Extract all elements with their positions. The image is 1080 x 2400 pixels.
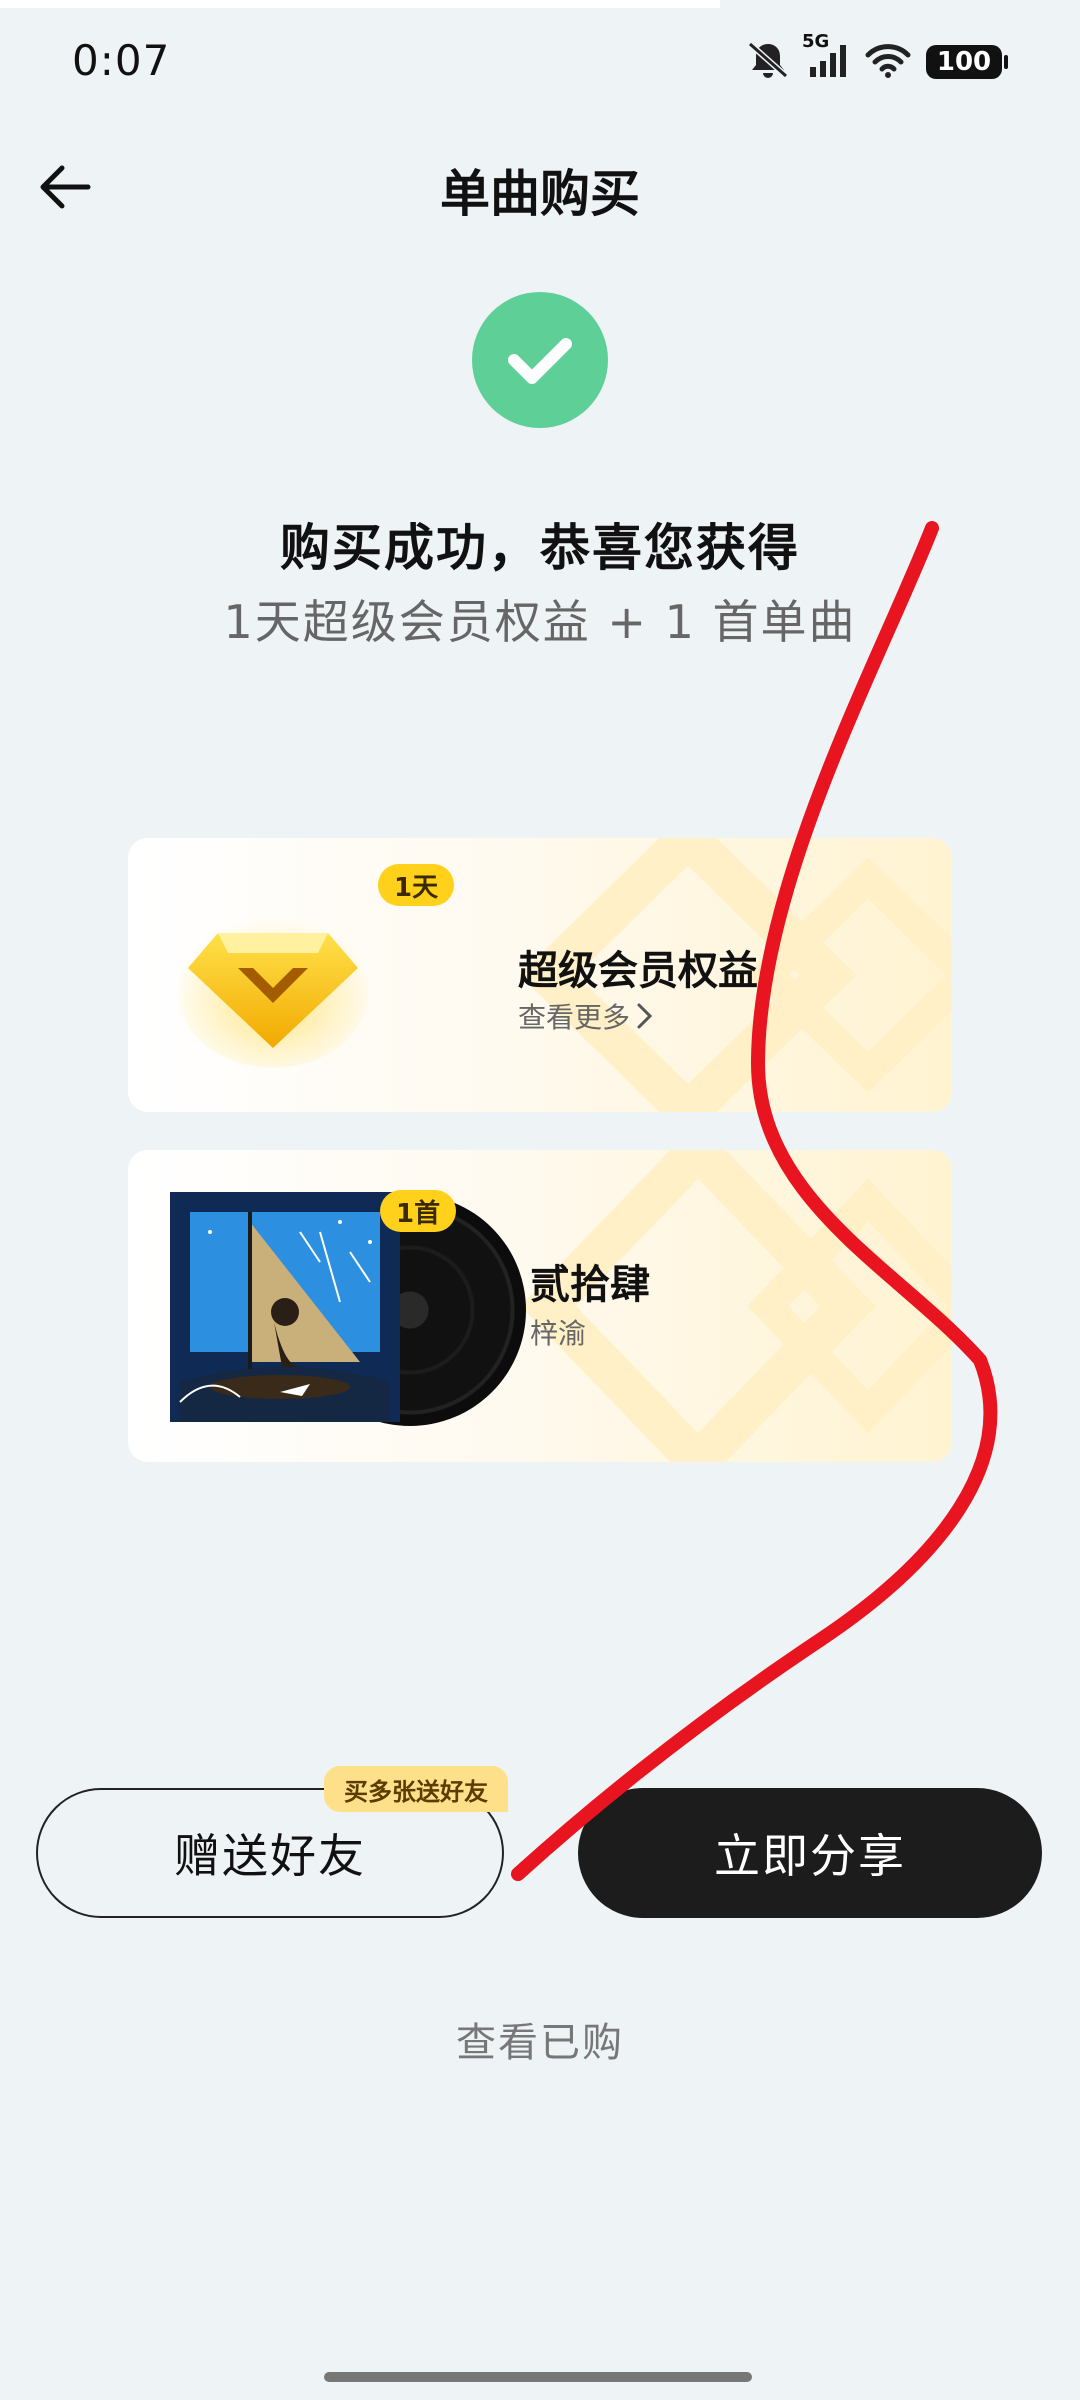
mute-bell-icon bbox=[746, 40, 790, 84]
vip-title: 超级会员权益 bbox=[518, 948, 758, 994]
home-indicator[interactable] bbox=[324, 2372, 752, 2382]
success-subtitle: 1天超级会员权益 + 1 首单曲 bbox=[223, 595, 857, 649]
gift-friend-label: 赠送好友 bbox=[174, 1829, 366, 1883]
status-top-line bbox=[0, 0, 720, 8]
success-title: 购买成功，恭喜您获得 bbox=[280, 519, 800, 577]
wifi-icon bbox=[864, 41, 912, 83]
status-icons: 5G 100 bbox=[746, 31, 1008, 84]
purchase-success-screen: 0:07 5G 100 单曲购买 购买成功，恭喜您获得 1天超级会员权益 + 1… bbox=[0, 0, 1080, 2400]
share-now-button[interactable]: 立即分享 bbox=[578, 1788, 1042, 1918]
album-cover bbox=[170, 1192, 400, 1422]
view-more-label: 查看更多 bbox=[518, 1001, 631, 1034]
song-artist: 梓渝 bbox=[530, 1312, 586, 1352]
view-purchased-link[interactable]: 查看已购 bbox=[0, 2010, 1080, 2068]
signal-icon: 5G bbox=[802, 31, 850, 83]
diamond-icon bbox=[178, 898, 368, 1068]
chevron-right-icon bbox=[637, 1003, 653, 1029]
gift-promo-tag: 买多张送好友 bbox=[324, 1766, 508, 1812]
vip-benefit-card[interactable]: 1天 超级会员权益 查看更多 bbox=[128, 838, 952, 1112]
song-card[interactable]: 1首 贰拾肆 梓渝 bbox=[128, 1150, 952, 1462]
song-title: 贰拾肆 bbox=[530, 1262, 650, 1308]
battery-level: 100 bbox=[936, 47, 992, 77]
vip-badge: 1天 bbox=[378, 864, 455, 906]
check-circle-icon bbox=[472, 292, 608, 428]
status-time: 0:07 bbox=[72, 36, 171, 85]
song-badge: 1首 bbox=[380, 1190, 457, 1232]
artist-name: 梓渝 bbox=[530, 1317, 587, 1350]
nav-bar: 单曲购买 bbox=[0, 130, 1080, 240]
view-more-link[interactable]: 查看更多 bbox=[518, 996, 654, 1036]
battery-icon: 100 bbox=[926, 45, 1008, 79]
page-title: 单曲购买 bbox=[440, 165, 640, 223]
network-label: 5G bbox=[802, 31, 830, 52]
share-now-label: 立即分享 bbox=[714, 1829, 906, 1883]
status-bar: 0:07 5G 100 bbox=[0, 0, 1080, 130]
